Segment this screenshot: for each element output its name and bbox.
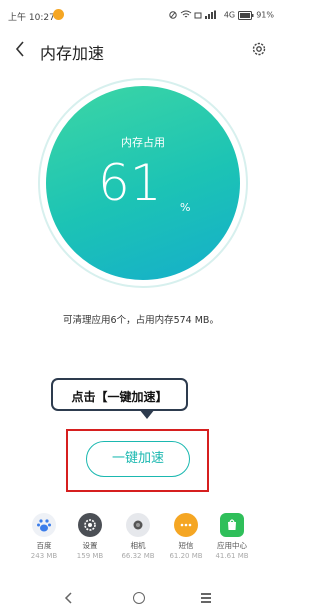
app-size: 66.32 MB xyxy=(121,552,155,560)
app-name: 百度 xyxy=(36,541,52,550)
app-size: 159 MB xyxy=(76,552,104,560)
app-item-baidu[interactable]: 百度 243 MB xyxy=(20,508,68,560)
app-item-messages[interactable]: 短信 61.20 MB xyxy=(162,508,210,560)
app-header: 内存加速 xyxy=(0,32,282,68)
battery-icon xyxy=(237,10,254,20)
app-item-settings[interactable]: 设置 159 MB xyxy=(66,508,114,560)
app-name: 设置 xyxy=(82,541,98,550)
instruction-callout: 点击【一键加速】 xyxy=(51,378,188,411)
app-name: 短信 xyxy=(178,541,194,550)
callout-text: 点击【一键加速】 xyxy=(71,390,168,404)
app-item-app-center[interactable]: 应用中心 41.61 MB xyxy=(208,508,256,560)
app-size: 41.61 MB xyxy=(215,552,249,560)
app-size: 61.20 MB xyxy=(169,552,203,560)
nav-menu-icon[interactable] xyxy=(201,593,211,605)
app-size: 243 MB xyxy=(30,552,58,560)
signal-icons xyxy=(169,10,217,19)
camera-icon xyxy=(126,513,150,537)
app-list: 百度 243 MB 设置 159 MB 相机 66.32 MB 短信 61.20… xyxy=(0,508,282,568)
app-name: 应用中心 xyxy=(217,541,247,550)
memory-usage-value: 61 xyxy=(98,154,162,212)
baidu-paw-icon xyxy=(32,513,56,537)
system-nav-bar xyxy=(0,585,282,613)
settings-button[interactable] xyxy=(250,40,268,58)
memory-usage-unit: % xyxy=(180,201,191,214)
status-icons: 4G 91% xyxy=(169,10,274,20)
status-bar: 上午 10:27 4G 91% xyxy=(0,0,282,30)
callout-pointer xyxy=(139,409,155,419)
notification-icon xyxy=(53,9,64,20)
nav-home-icon[interactable] xyxy=(133,592,145,604)
message-icon xyxy=(174,513,198,537)
app-store-icon xyxy=(220,513,244,537)
back-button[interactable] xyxy=(10,38,32,60)
nav-back-icon[interactable] xyxy=(62,591,76,605)
cleanup-summary: 可清理应用6个，占用内存574 MB。 xyxy=(63,315,219,326)
app-item-camera[interactable]: 相机 66.32 MB xyxy=(114,508,162,560)
page-title: 内存加速 xyxy=(40,44,105,63)
network-type: 4G xyxy=(223,10,236,20)
gauge-label: 内存占用 xyxy=(121,136,165,149)
boost-button[interactable]: 一键加速 xyxy=(86,441,190,477)
chevron-left-icon xyxy=(15,41,24,57)
battery-level: 91% xyxy=(256,10,274,20)
status-time: 上午 10:27 xyxy=(8,13,55,23)
app-name: 相机 xyxy=(130,541,146,550)
settings-icon xyxy=(78,513,102,537)
memory-gauge: 内存占用 61 % xyxy=(46,86,240,280)
gear-icon xyxy=(252,42,266,56)
